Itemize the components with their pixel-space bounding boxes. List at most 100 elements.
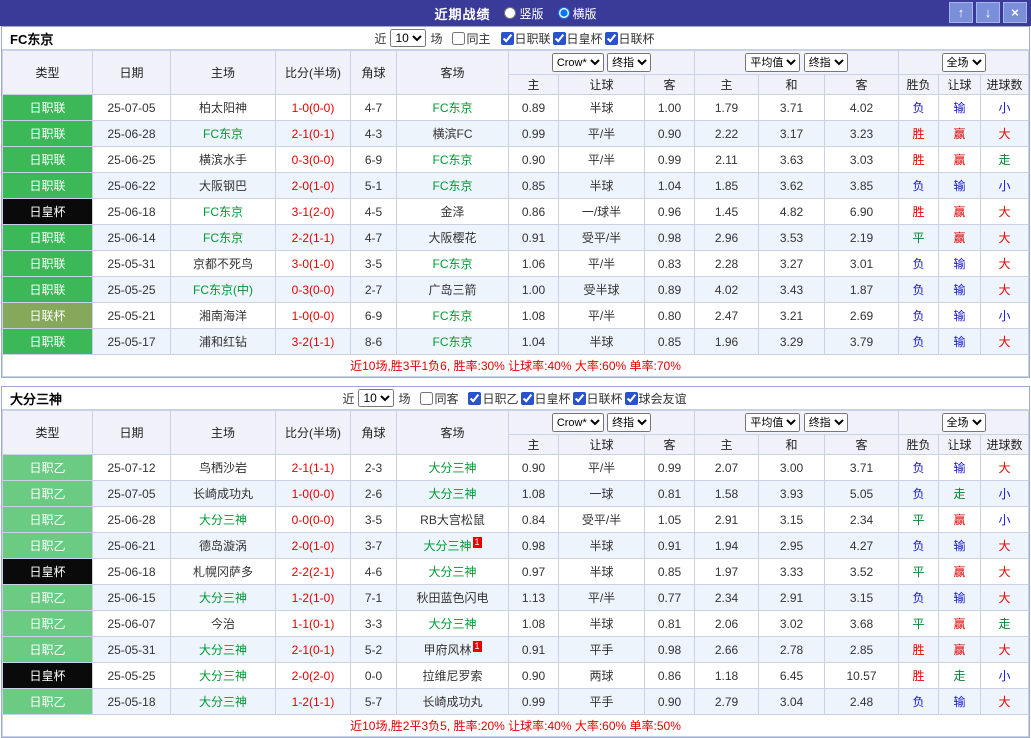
handicap-odds-away: 0.83	[645, 251, 695, 277]
filter-option-日职乙[interactable]: 日职乙	[468, 390, 518, 407]
filter-checkbox[interactable]	[452, 32, 465, 45]
handicap-result: 输	[939, 95, 981, 121]
away-team: 秋田蓝色闪电	[397, 585, 509, 611]
filter-checkbox-label: 球会友谊	[639, 390, 687, 407]
europe-odds-home: 4.02	[695, 277, 759, 303]
filter-prefix-label: 近	[342, 390, 354, 407]
handicap-odds-line: 平/半	[559, 455, 645, 481]
europe-odds-group: 平均值 终指	[695, 51, 899, 75]
filter-option-日联杯[interactable]: 日联杯	[605, 30, 655, 47]
europe-odds-draw: 2.95	[759, 533, 825, 559]
filter-option-日皇杯[interactable]: 日皇杯	[521, 390, 571, 407]
match-count-select[interactable]: 10	[358, 389, 394, 407]
match-type: 日职乙	[3, 637, 93, 663]
layout-option-horizontal[interactable]: 横版	[558, 5, 597, 22]
col-europe-draw: 和	[759, 435, 825, 455]
filter-checkbox[interactable]	[625, 392, 638, 405]
red-card-badge: 1	[473, 641, 482, 652]
col-score: 比分(半场)	[276, 411, 351, 455]
match-row: 日职联25-07-05柏太阳神1-0(0-0)4-7FC东京0.89半球1.00…	[3, 95, 1029, 121]
match-row: 日职联25-05-25FC东京(中)0-3(0-0)2-7广岛三箭1.00受半球…	[3, 277, 1029, 303]
match-row: 日职联25-06-22大阪钢巴2-0(1-0)5-1FC东京0.85半球1.04…	[3, 173, 1029, 199]
red-card-badge: 1	[473, 537, 482, 548]
away-team: 拉维尼罗索	[397, 663, 509, 689]
away-team: FC东京	[397, 329, 509, 355]
team-name: 大阪樱花	[428, 231, 476, 245]
header-group-row: 类型 日期 主场 比分(半场) 角球 客场 Crow* 终指 平均值 终指 全场	[3, 51, 1029, 75]
handicap-odds-away: 0.91	[645, 533, 695, 559]
summary-text: 近10场,胜3平1负6, 胜率:30% 让球率:40% 大率:60% 单率:70…	[3, 355, 1029, 377]
team-name: 大分三神	[428, 461, 476, 475]
filter-option-同主[interactable]: 同主	[452, 30, 490, 47]
close-button[interactable]: ×	[1003, 2, 1027, 23]
team-name: 金泽	[440, 205, 464, 219]
filter-checkbox-label: 日皇杯	[567, 30, 603, 47]
europe-odds-away: 4.27	[825, 533, 899, 559]
away-team: FC东京	[397, 251, 509, 277]
handicap-odds-home: 0.90	[509, 147, 559, 173]
handicap-odds-home: 0.89	[509, 95, 559, 121]
europe-odds-home: 2.96	[695, 225, 759, 251]
move-down-button[interactable]: ↓	[976, 2, 1000, 23]
europe-time-select[interactable]: 终指	[804, 53, 848, 72]
europe-time-select[interactable]: 终指	[804, 413, 848, 432]
horizontal-layout-radio[interactable]	[558, 7, 570, 19]
results-table-body: 日职联25-07-05柏太阳神1-0(0-0)4-7FC东京0.89半球1.00…	[3, 95, 1029, 355]
match-type: 日职联	[3, 173, 93, 199]
odds-time-select[interactable]: 终指	[607, 53, 651, 72]
match-count-select[interactable]: 10	[390, 29, 426, 47]
filter-option-日联杯[interactable]: 日联杯	[573, 390, 623, 407]
goals-result: 小	[981, 481, 1029, 507]
filter-checkbox[interactable]	[573, 392, 586, 405]
filter-checkbox[interactable]	[605, 32, 618, 45]
match-outcome: 负	[899, 329, 939, 355]
goals-result: 走	[981, 611, 1029, 637]
handicap-result: 赢	[939, 225, 981, 251]
team-section-fc-tokyo: FC东京 近 10 场 同主日职联日皇杯日联杯 类型 日期 主场 比分(半场) …	[1, 26, 1030, 378]
away-team: 大分三神	[397, 559, 509, 585]
filter-checkbox[interactable]	[468, 392, 481, 405]
europe-odds-away: 5.05	[825, 481, 899, 507]
vertical-layout-radio[interactable]	[504, 7, 516, 19]
handicap-odds-away: 0.90	[645, 121, 695, 147]
scope-select[interactable]: 全场	[942, 53, 986, 72]
handicap-odds-away: 0.98	[645, 225, 695, 251]
match-outcome: 平	[899, 507, 939, 533]
handicap-result: 输	[939, 277, 981, 303]
match-corners: 6-9	[351, 303, 397, 329]
filter-checkbox[interactable]	[521, 392, 534, 405]
team-name: 甲府风林	[423, 643, 471, 657]
europe-odds-home: 1.18	[695, 663, 759, 689]
europe-source-select[interactable]: 平均值	[745, 53, 800, 72]
move-up-button[interactable]: ↑	[949, 2, 973, 23]
match-score: 0-3(0-0)	[276, 147, 351, 173]
match-row: 日职乙25-05-18大分三神1-2(1-1)5-7长崎成功丸0.99平手0.9…	[3, 689, 1029, 715]
filter-checkbox[interactable]	[420, 392, 433, 405]
layout-option-vertical[interactable]: 竖版	[504, 5, 543, 22]
match-outcome: 平	[899, 611, 939, 637]
europe-odds-home: 2.47	[695, 303, 759, 329]
match-corners: 7-1	[351, 585, 397, 611]
filter-option-同客[interactable]: 同客	[420, 390, 458, 407]
goals-result: 大	[981, 559, 1029, 585]
filter-checkbox[interactable]	[553, 32, 566, 45]
handicap-odds-home: 1.06	[509, 251, 559, 277]
filter-option-球会友谊[interactable]: 球会友谊	[625, 390, 687, 407]
home-team: 长崎成功丸	[171, 481, 276, 507]
away-team: 横滨FC	[397, 121, 509, 147]
filter-option-日皇杯[interactable]: 日皇杯	[553, 30, 603, 47]
filter-checkbox[interactable]	[501, 32, 514, 45]
europe-odds-away: 3.79	[825, 329, 899, 355]
handicap-result: 输	[939, 329, 981, 355]
scope-select[interactable]: 全场	[942, 413, 986, 432]
goals-result: 小	[981, 95, 1029, 121]
odds-source-select[interactable]: Crow*	[552, 413, 604, 432]
match-type: 日皇杯	[3, 663, 93, 689]
handicap-result: 输	[939, 689, 981, 715]
odds-source-select[interactable]: Crow*	[552, 53, 604, 72]
europe-odds-home: 1.79	[695, 95, 759, 121]
odds-time-select[interactable]: 终指	[607, 413, 651, 432]
filter-option-日职联[interactable]: 日职联	[501, 30, 551, 47]
match-row: 日职联25-06-25横滨水手0-3(0-0)6-9FC东京0.90平/半0.9…	[3, 147, 1029, 173]
europe-source-select[interactable]: 平均值	[745, 413, 800, 432]
